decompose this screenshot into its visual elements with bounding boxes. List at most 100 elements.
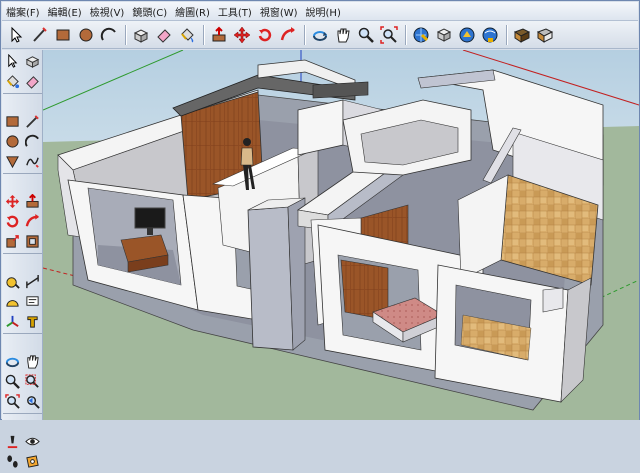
select-icon [11,26,23,43]
follow-me-button[interactable] [277,24,299,46]
warehouse-button[interactable] [479,24,501,46]
axes-icon [6,315,19,327]
circle-icon [6,135,19,148]
pan-tool-button[interactable] [332,24,354,46]
paint-bucket-button[interactable] [3,72,22,91]
axes-tool-button[interactable] [3,312,22,331]
eraser-icon [26,76,39,89]
follow-me-button[interactable] [23,212,42,231]
make-component-button[interactable] [130,24,152,46]
photo-icon [513,27,531,43]
zoom-extents-button[interactable] [378,24,400,46]
protractor-tool-button[interactable] [3,292,22,311]
pan-icon [337,28,350,42]
3d-text-tool-button[interactable] [23,312,42,331]
zoom-window-icon [25,374,39,388]
text-tool-button[interactable] [23,292,42,311]
zoom-extents-button[interactable] [3,392,22,411]
3d-viewport[interactable] [43,50,639,420]
move-tool-button[interactable] [3,192,22,211]
orbit-tool-button[interactable] [3,352,22,371]
dimension-tool-button[interactable] [23,272,42,291]
position-camera-icon [7,435,18,449]
move-icon [233,26,251,43]
circle-tool-button[interactable] [75,24,97,46]
rotate-icon [6,215,19,228]
toolbar-separator [405,24,406,45]
arc-icon [25,134,39,147]
walk-icon [7,455,18,468]
menu-draw[interactable]: 繪圖(R) [171,4,214,19]
line-icon [33,26,47,42]
share-model-button[interactable] [433,24,455,46]
zoom-tool-button[interactable] [355,24,377,46]
pan-tool-button[interactable] [23,352,42,371]
look-around-button[interactable] [23,432,42,451]
scale-tool-button[interactable] [3,232,22,251]
paint-bucket-button[interactable] [176,24,198,46]
paint-bucket-icon [7,75,20,89]
eraser-tool-button[interactable] [23,72,42,91]
rectangle-icon [6,116,19,127]
offset-tool-button[interactable] [23,232,42,251]
menu-file[interactable]: 檔案(F) [2,4,44,19]
sidebar-separator [3,333,42,337]
rotate-tool-button[interactable] [3,212,22,231]
photo-match-button[interactable] [511,24,533,46]
menu-tools[interactable]: 工具(T) [214,4,256,19]
toolbar-separator [304,24,305,45]
select-tool-button[interactable] [3,52,22,71]
orbit-tool-button[interactable] [309,24,331,46]
menu-camera[interactable]: 鏡頭(C) [128,4,171,19]
rectangle-tool-button[interactable] [52,24,74,46]
follow-me-icon [280,26,295,40]
sidebar-separator [3,93,42,97]
position-camera-button[interactable] [3,432,22,451]
circle-tool-button[interactable] [3,132,22,151]
previous-view-button[interactable] [23,392,42,411]
tv-screen [134,207,166,229]
walk-tool-button[interactable] [3,452,22,471]
photo-texture-button[interactable] [534,24,556,46]
polygon-tool-button[interactable] [3,152,22,171]
select-icon [8,54,18,68]
zoom-window-button[interactable] [23,372,42,391]
line-tool-button[interactable] [23,112,42,131]
rotate-tool-button[interactable] [254,24,276,46]
push-pull-button[interactable] [208,24,230,46]
circle-icon [79,28,93,41]
section-plane-icon [26,455,39,468]
arc-tool-button[interactable] [98,24,120,46]
make-component-icon [133,28,149,43]
offset-icon [26,235,39,248]
line-tool-button[interactable] [29,24,51,46]
menu-window[interactable]: 視窗(W) [256,4,302,19]
3d-text-icon [27,316,38,328]
photo-texture-icon [536,27,554,43]
dimension-icon [26,274,39,289]
push-pull-button[interactable] [23,192,42,211]
toolbar-separator [203,24,204,45]
move-tool-button[interactable] [231,24,253,46]
menu-help[interactable]: 說明(H) [302,4,345,19]
tv-stand [147,228,153,235]
get-models-button[interactable] [410,24,432,46]
eraser-tool-button[interactable] [153,24,175,46]
make-component-button[interactable] [23,52,42,71]
share-model-icon [436,27,452,42]
rectangle-tool-button[interactable] [3,112,22,131]
menu-edit[interactable]: 編輯(E) [44,4,86,19]
get-models-icon [413,27,429,42]
tape-measure-button[interactable] [3,272,22,291]
section-plane-button[interactable] [23,452,42,471]
zoom-tool-button[interactable] [3,372,22,391]
share-component-button[interactable] [456,24,478,46]
arc-tool-button[interactable] [23,132,42,151]
menu-view[interactable]: 檢視(V) [86,4,129,19]
paint-bucket-icon [181,27,194,42]
toolbar-separator [506,24,507,45]
zoom-icon [5,374,20,389]
freehand-tool-button[interactable] [23,152,42,171]
make-component-icon [25,56,40,68]
select-tool-button[interactable] [6,24,28,46]
